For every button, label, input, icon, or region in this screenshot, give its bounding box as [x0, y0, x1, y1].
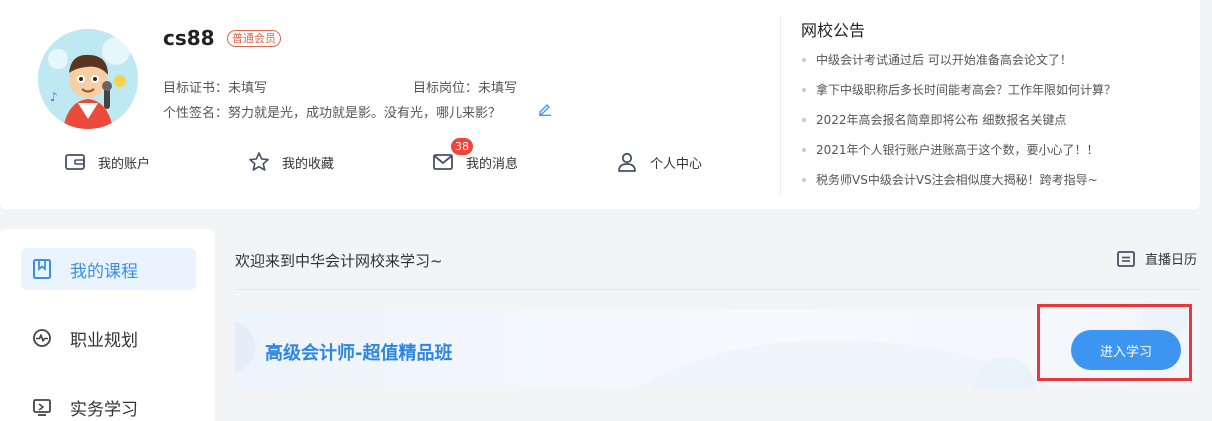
profile-card: ♪ cs88 普通会员 目标证书：未填写 目标岗位：未填写 个性签名：努力就是光…	[0, 0, 1200, 209]
sidebar-item-label: 职业规划	[70, 330, 138, 351]
highlight-box	[1037, 304, 1192, 381]
vertical-divider	[780, 16, 781, 194]
sidebar-item-label: 实务学习	[70, 399, 138, 420]
star-icon	[249, 152, 269, 171]
target-job-value: 未填写	[478, 81, 518, 96]
notice-text: 2022年高会报名简章即将公布 细数报名关键点	[816, 113, 1067, 127]
member-badge: 普通会员	[227, 30, 281, 47]
bullet-dot-icon	[802, 58, 806, 62]
pulse-icon	[33, 329, 51, 347]
course-name: 高级会计师-超值精品班	[265, 343, 453, 364]
edit-pencil-icon[interactable]	[538, 102, 552, 116]
shortcut-my-messages[interactable]: 我的消息	[432, 149, 518, 175]
target-job-row: 目标岗位：未填写	[413, 77, 517, 96]
shortcut-label: 个人中心	[650, 156, 703, 172]
wallet-icon	[65, 154, 85, 170]
welcome-text: 欢迎来到中华会计网校来学习~	[235, 252, 443, 270]
notice-item[interactable]: 中级会计考试通过后 可以开始准备高会论文了！	[801, 50, 1116, 80]
avatar[interactable]: ♪	[38, 29, 138, 129]
screen-icon	[33, 399, 51, 416]
horizontal-divider	[235, 289, 1200, 290]
shortcut-my-account[interactable]: 我的账户	[64, 149, 150, 175]
target-cert-value: 未填写	[228, 81, 268, 96]
shortcut-label: 我的账户	[98, 156, 151, 172]
svg-text:♪: ♪	[50, 90, 58, 104]
live-calendar-link[interactable]: 直播日历	[1116, 249, 1197, 268]
username: cs88	[163, 26, 215, 50]
sidebar-item-label: 我的课程	[70, 261, 138, 282]
signature-label: 个性签名：	[163, 106, 229, 121]
bullet-dot-icon	[802, 118, 806, 122]
notice-list: 中级会计考试通过后 可以开始准备高会论文了！ 拿下中级职称后多长时间能考高会？工…	[801, 50, 1116, 200]
target-cert-row: 目标证书：未填写	[163, 77, 267, 96]
signature-row: 个性签名：努力就是光，成功就是影。没有光，哪儿来影？	[163, 102, 501, 121]
shortcut-my-favorites[interactable]: 我的收藏	[248, 149, 334, 175]
shortcut-label: 我的收藏	[282, 156, 335, 172]
message-count-badge: 38	[451, 138, 473, 155]
user-icon	[618, 152, 636, 172]
notice-title: 网校公告	[801, 21, 866, 40]
calendar-icon	[1117, 250, 1135, 267]
notice-item[interactable]: 2021年个人银行账户进账高于这个数，要小心了！！	[801, 140, 1116, 170]
notice-item[interactable]: 税务师VS中级会计VS注会相似度大揭秘！跨考指导~	[801, 170, 1116, 200]
sidebar: 我的课程 职业规划 实务学习	[0, 229, 215, 421]
shortcut-personal-center[interactable]: 个人中心	[616, 149, 702, 175]
sidebar-item-practical-learning[interactable]: 实务学习	[21, 386, 196, 421]
target-job-label: 目标岗位：	[413, 81, 479, 96]
notice-text: 税务师VS中级会计VS注会相似度大揭秘！跨考指导~	[816, 173, 1098, 187]
bullet-dot-icon	[802, 88, 806, 92]
notice-text: 拿下中级职称后多长时间能考高会？工作年限如何计算？	[816, 83, 1117, 97]
signature-value: 努力就是光，成功就是影。没有光，哪儿来影？	[228, 106, 502, 121]
notice-text: 2021年个人银行账户进账高于这个数，要小心了！！	[816, 143, 1099, 157]
mail-icon	[433, 154, 453, 170]
live-calendar-label: 直播日历	[1145, 253, 1198, 268]
bullet-dot-icon	[802, 178, 806, 182]
sidebar-item-my-courses[interactable]: 我的课程	[21, 248, 196, 290]
bullet-dot-icon	[802, 148, 806, 152]
avatar-cartoon-icon: ♪	[38, 29, 138, 129]
bookmark-icon	[33, 259, 51, 279]
shortcut-label: 我的消息	[466, 156, 519, 172]
notice-item[interactable]: 2022年高会报名简章即将公布 细数报名关键点	[801, 110, 1116, 140]
sidebar-item-career-planning[interactable]: 职业规划	[21, 317, 196, 359]
target-cert-label: 目标证书：	[163, 81, 229, 96]
notice-text: 中级会计考试通过后 可以开始准备高会论文了！	[816, 53, 1072, 67]
notice-item[interactable]: 拿下中级职称后多长时间能考高会？工作年限如何计算？	[801, 80, 1116, 110]
